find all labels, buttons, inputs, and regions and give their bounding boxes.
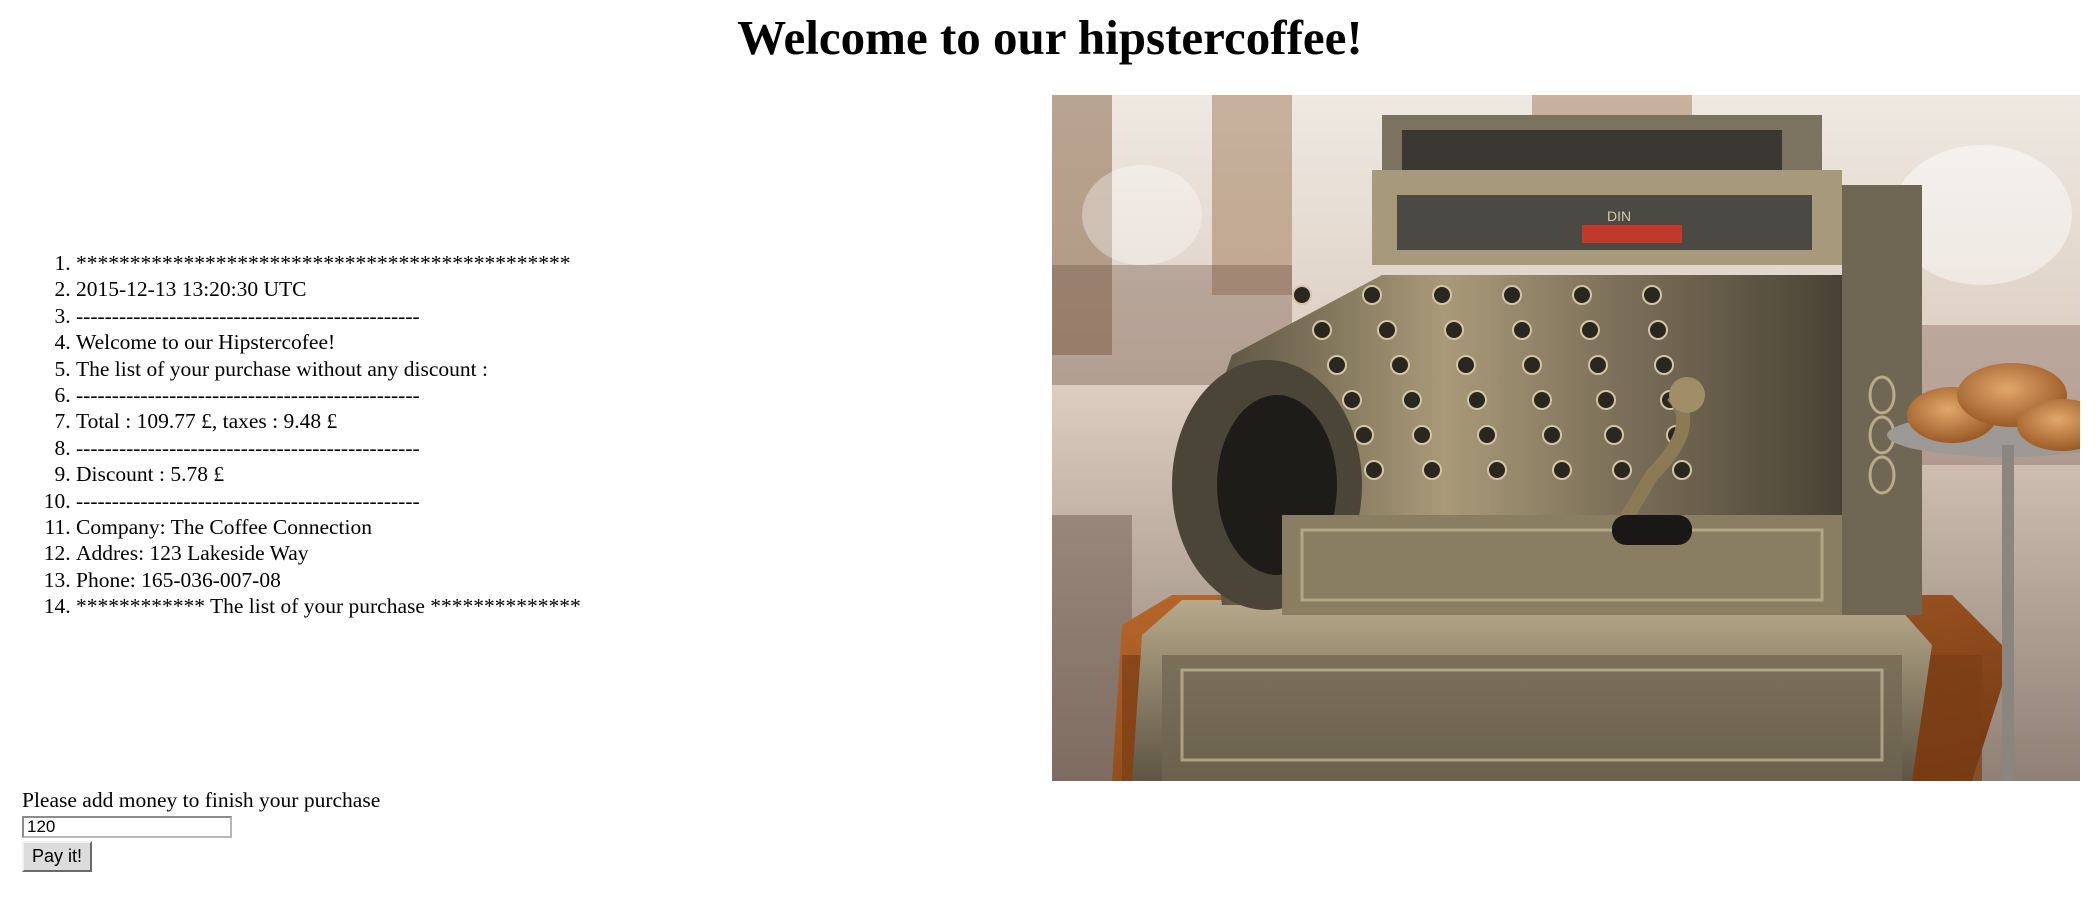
pay-button[interactable]: Pay it! <box>22 841 93 872</box>
cash-register-photo: DIN <box>1052 95 2080 781</box>
receipt-line: ----------------------------------------… <box>76 488 581 514</box>
receipt-line: The list of your purchase without any di… <box>76 356 581 382</box>
svg-text:DIN: DIN <box>1607 208 1631 224</box>
money-input[interactable] <box>22 816 232 838</box>
receipt-line: Total : 109.77 £, taxes : 9.48 £ <box>76 408 581 434</box>
receipt-line: ----------------------------------------… <box>76 382 581 408</box>
receipt-line: ****************************************… <box>76 250 581 276</box>
receipt-line: Phone: 165-036-007-08 <box>76 567 581 593</box>
receipt-line: ----------------------------------------… <box>76 303 581 329</box>
receipt-line: ----------------------------------------… <box>76 435 581 461</box>
receipt-line: ************ The list of your purchase *… <box>76 593 581 619</box>
receipt-line: Addres: 123 Lakeside Way <box>76 540 581 566</box>
cash-register-illustration: DIN <box>1052 95 2080 781</box>
receipt-line: 2015-12-13 13:20:30 UTC <box>76 276 581 302</box>
payment-form: Please add money to finish your purchase… <box>22 786 380 872</box>
page-title: Welcome to our hipstercoffee! <box>737 10 1363 65</box>
receipt-line: Company: The Coffee Connection <box>76 514 581 540</box>
receipt-line: Discount : 5.78 £ <box>76 461 581 487</box>
receipt-line: Welcome to our Hipstercofee! <box>76 329 581 355</box>
receipt-list: ****************************************… <box>40 250 581 620</box>
payment-prompt: Please add money to finish your purchase <box>22 788 381 812</box>
